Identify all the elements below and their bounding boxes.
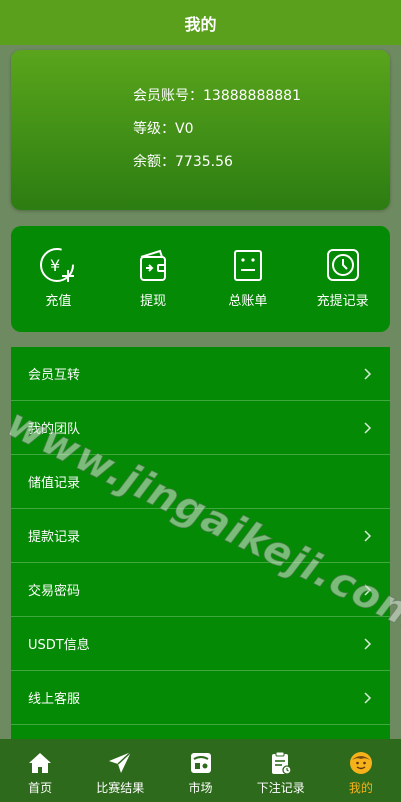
menu-item-label: 提款记录: [28, 530, 81, 545]
wallet-icon: [140, 249, 167, 281]
menu-list: 会员互转 我的团队 储值记录 提款记录 交易密码 USDT信息 线上客服: [11, 347, 390, 739]
tab-home[interactable]: 首页: [0, 739, 80, 802]
withdraw-button[interactable]: 提现: [106, 226, 201, 332]
chevron-right-icon: [364, 583, 372, 596]
tab-mine[interactable]: 我的: [321, 739, 401, 802]
menu-item-label: 会员互转: [28, 368, 81, 383]
bill-icon: [233, 250, 262, 281]
clipboard-icon: [271, 751, 292, 775]
member-level: 等级：V0: [133, 121, 194, 137]
bill-label: 总账单: [228, 294, 268, 309]
member-balance: 余额：7735.56: [133, 154, 233, 170]
chevron-right-icon: [364, 637, 372, 650]
menu-item-team[interactable]: 我的团队: [11, 401, 390, 455]
menu-item-label: 交易密码: [28, 584, 81, 599]
tab-bet-records[interactable]: 下注记录: [241, 739, 321, 802]
menu-item-transfer[interactable]: 会员互转: [11, 347, 390, 401]
menu-item-usdt-info[interactable]: USDT信息: [11, 617, 390, 671]
tab-label: 我的: [348, 781, 373, 795]
menu-item-label: USDT信息: [28, 638, 90, 653]
menu-item-label: 储值记录: [28, 476, 81, 491]
menu-item-deposit-records[interactable]: 储值记录: [11, 455, 390, 509]
smiley-icon: [349, 752, 372, 774]
svg-text:¥: ¥: [50, 256, 60, 275]
menu-item-label: 我的团队: [28, 422, 81, 437]
market-icon: [190, 753, 211, 773]
menu-item-online-support[interactable]: 线上客服: [11, 671, 390, 725]
home-icon: [29, 753, 52, 773]
tab-label: 首页: [28, 781, 53, 795]
yen-plus-icon: ¥: [40, 248, 75, 282]
chevron-right-icon: [364, 421, 372, 434]
recharge-label: 充值: [45, 294, 72, 309]
bottom-tab-bar: 首页 比赛结果 市场 下注记录 我的: [0, 739, 401, 802]
page-title: 我的: [184, 14, 217, 34]
recharge-button[interactable]: ¥ 充值: [11, 226, 106, 332]
member-account: 会员账号：13888888881: [133, 88, 301, 104]
records-button[interactable]: 充提记录: [295, 226, 390, 332]
tab-label: 下注记录: [256, 781, 305, 795]
chevron-right-icon: [364, 691, 372, 704]
clock-icon: [326, 249, 359, 281]
page-header: 我的: [0, 0, 401, 45]
bill-button[interactable]: 总账单: [201, 226, 296, 332]
tab-market[interactable]: 市场: [160, 739, 240, 802]
menu-item-withdraw-records[interactable]: 提款记录: [11, 509, 390, 563]
send-icon: [109, 751, 132, 773]
tab-match-results[interactable]: 比赛结果: [80, 739, 160, 802]
account-card: 会员账号：13888888881 等级：V0 余额：7735.56: [11, 50, 390, 210]
chevron-right-icon: [364, 529, 372, 542]
menu-item-label: 线上客服: [28, 692, 81, 707]
menu-item-trade-password[interactable]: 交易密码: [11, 563, 390, 617]
records-label: 充提记录: [316, 294, 369, 309]
tab-label: 市场: [188, 781, 213, 795]
quick-actions: ¥ 充值 提现 总账单 充提记录: [11, 226, 390, 332]
tab-label: 比赛结果: [96, 781, 145, 795]
chevron-right-icon: [364, 367, 372, 380]
withdraw-label: 提现: [140, 294, 167, 309]
